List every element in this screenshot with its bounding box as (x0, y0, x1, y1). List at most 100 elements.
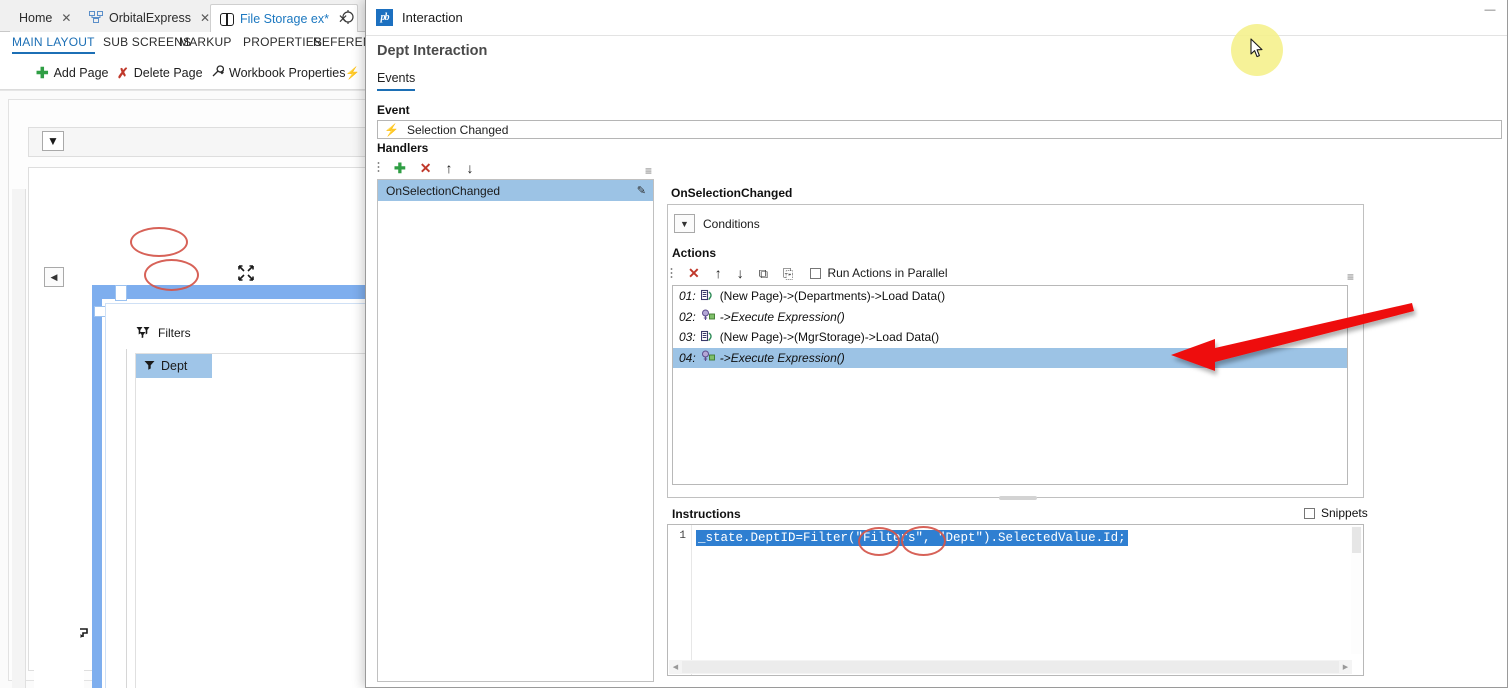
move-handler-up-button[interactable]: ↑ (445, 161, 452, 175)
handlers-toolbar: ✚ ✕ ↑ ↓ (377, 158, 657, 177)
editor-horizontal-scrollbar[interactable]: ◀ ▶ (669, 660, 1352, 674)
funnel-icon (136, 326, 151, 341)
workbook-properties-button[interactable]: Workbook Properties (211, 63, 346, 83)
move-action-down-button[interactable]: ↓ (737, 266, 744, 280)
tab-events[interactable]: Events (377, 71, 416, 91)
document-tab-label: Home (19, 11, 53, 25)
delete-page-button[interactable]: ✗ Delete Page (117, 63, 203, 83)
event-lightning-button[interactable]: ⚡ (345, 63, 360, 83)
editor-vertical-scrollbar[interactable] (1351, 526, 1362, 654)
lightning-icon: ⚡ (345, 66, 360, 80)
action-row[interactable]: 04: ->Execute Expression() (673, 347, 1347, 368)
panel-splitter[interactable] (667, 494, 1364, 502)
handler-label: OnSelectionChanged (386, 183, 501, 198)
action-text: (New Page)->(MgrStorage)->Load Data() (719, 330, 940, 345)
action-row[interactable]: 02: ->Execute Expression() (673, 307, 1347, 328)
copy-icon[interactable]: ⧉ (759, 267, 768, 280)
ribbon-tab-main-layout[interactable]: MAIN LAYOUT (12, 35, 95, 54)
interaction-dialog: pb Interaction — Dept Interaction Events… (365, 0, 1508, 688)
expand-move-icon[interactable] (238, 265, 254, 281)
ribbon-tab-properties[interactable]: PROPERTIES (243, 35, 322, 54)
annotation-ellipse-dept-arg (901, 526, 946, 556)
document-tab-orbitalexpress[interactable]: OrbitalExpress ✕ (80, 4, 220, 32)
ribbon-tab-sub-screens[interactable]: SUB SCREENS (103, 35, 191, 54)
execute-expression-icon (701, 350, 715, 365)
editor-gutter: 1 (668, 525, 692, 675)
close-icon[interactable]: ✕ (61, 11, 71, 25)
canvas-collapse-button[interactable]: ◀ (44, 267, 64, 287)
actions-toolbar: ✕ ↑ ↓ ⧉ ⎘ Run Actions in Parallel (670, 263, 1350, 283)
window-controls: — (1479, 2, 1501, 16)
action-number: 02: (679, 309, 696, 324)
scroll-right-icon[interactable]: ▶ (1339, 661, 1352, 673)
document-tab-filestorage[interactable]: File Storage ex* ✕ (210, 4, 358, 32)
filter-item-dept[interactable]: Dept (136, 354, 212, 378)
canvas-dropdown-button[interactable]: ▼ (42, 131, 64, 151)
chevron-down-icon[interactable]: ▼ (674, 214, 695, 233)
plus-icon: ✚ (36, 65, 49, 82)
book-icon (220, 13, 234, 26)
execute-expression-icon (701, 309, 715, 324)
ribbon-tab-markup[interactable]: MARKUP (179, 35, 232, 54)
action-number: 01: (679, 289, 696, 304)
add-handler-button[interactable]: ✚ (394, 161, 406, 175)
scroll-left-icon[interactable]: ◀ (669, 661, 682, 673)
lightning-icon: ⚡ (384, 122, 399, 137)
x-icon: ✗ (117, 64, 129, 81)
snippets-checkbox-group[interactable]: Snippets (1304, 506, 1368, 520)
scrollbar-track[interactable] (682, 661, 1339, 673)
load-data-icon (700, 289, 715, 304)
handler-row-onselectionchanged[interactable]: OnSelectionChanged ✎ (378, 180, 653, 201)
mouse-cursor-icon (1250, 38, 1263, 58)
handlers-list (377, 179, 654, 682)
filters-panel-title: Filters (158, 326, 191, 340)
event-value: Selection Changed (406, 122, 509, 137)
conditions-row[interactable]: ▼ Conditions (674, 214, 760, 233)
snippets-label: Snippets (1321, 506, 1368, 520)
run-parallel-checkbox-group[interactable]: Run Actions in Parallel (810, 266, 948, 280)
handlers-resize-grip[interactable]: ≡ (645, 164, 652, 178)
filter-item-label: Dept (161, 359, 188, 373)
move-action-up-button[interactable]: ↑ (715, 266, 722, 280)
snippets-checkbox[interactable] (1304, 507, 1315, 519)
delete-handler-button[interactable]: ✕ (420, 161, 432, 175)
load-data-icon (700, 330, 715, 345)
handlers-label: Handlers (377, 141, 429, 155)
instructions-code-editor[interactable]: 1 _state.DeptID=Filter("Filters", "Dept"… (667, 524, 1364, 676)
scrollbar-thumb[interactable] (1352, 527, 1361, 553)
conditions-label: Conditions (703, 216, 760, 231)
delete-action-button[interactable]: ✕ (688, 266, 700, 280)
tab-overflow-icon[interactable] (340, 10, 356, 28)
event-field[interactable]: ⚡ Selection Changed (377, 120, 1502, 139)
splitter-grip-icon (999, 496, 1037, 500)
actions-list: 01: (New Page)->(Departments)->Load Data… (672, 285, 1348, 485)
action-row[interactable]: 03: (New Page)->(MgrStorage)->Load Data(… (673, 327, 1347, 348)
page-resize-handle-top[interactable] (115, 285, 127, 301)
pencil-icon[interactable]: ✎ (637, 184, 646, 197)
action-number: 03: (679, 330, 696, 345)
document-tab-label: OrbitalExpress (109, 11, 191, 25)
toolbar-grip-icon (377, 161, 380, 174)
annotation-ellipse-dept (144, 259, 199, 291)
action-text: (New Page)->(Departments)->Load Data() (719, 289, 946, 304)
app-logo-icon: pb (376, 9, 393, 26)
add-page-button[interactable]: ✚ Add Page (36, 63, 109, 83)
actions-resize-grip[interactable]: ≡ (1347, 270, 1354, 284)
page-title: Dept Interaction (377, 43, 488, 59)
canvas-left-gutter (34, 227, 84, 688)
document-tab-home[interactable]: Home ✕ (10, 4, 81, 32)
actions-label: Actions (672, 246, 717, 260)
add-page-label: Add Page (53, 66, 109, 80)
minimize-button[interactable]: — (1479, 2, 1501, 16)
page-marker-icon (78, 627, 90, 639)
document-tab-label: File Storage ex* (240, 11, 329, 26)
close-icon[interactable]: ✕ (200, 11, 210, 25)
instructions-label: Instructions (672, 507, 741, 521)
paste-icon[interactable]: ⎘ (783, 267, 793, 280)
event-label: Event (377, 103, 410, 117)
action-row[interactable]: 01: (New Page)->(Departments)->Load Data… (673, 286, 1347, 307)
dialog-title-bar[interactable]: pb Interaction (366, 0, 1507, 36)
move-handler-down-button[interactable]: ↓ (466, 161, 473, 175)
run-parallel-checkbox[interactable] (810, 267, 822, 279)
action-text: ->Execute Expression() (719, 350, 845, 365)
